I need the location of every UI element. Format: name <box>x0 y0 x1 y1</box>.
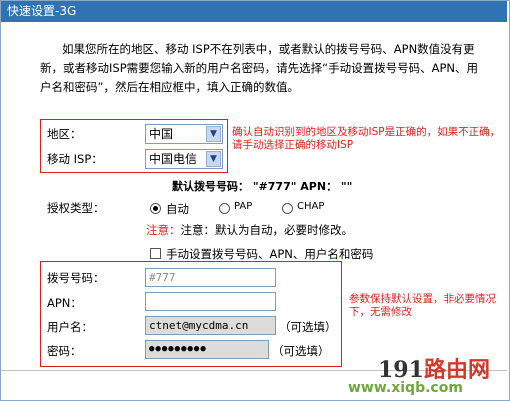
isp-select[interactable]: 中国电信 ▼ <box>145 149 223 169</box>
auth-label: 授权类型： <box>47 201 105 215</box>
username-optional: （可选填） <box>279 320 337 334</box>
chevron-down-icon[interactable]: ▼ <box>206 126 221 142</box>
isp-value: 中国电信 <box>149 152 198 166</box>
watermark-url: www.xiqb.com <box>348 380 463 396</box>
auth-radio-auto[interactable] <box>150 203 161 214</box>
region-note: 确认自动识别到的地区及移动ISP是正确的，如果不正确，请手动选择正确的移动ISP <box>232 126 501 151</box>
region-select[interactable]: 中国 ▼ <box>145 124 223 144</box>
region-label: 地区： <box>47 127 82 141</box>
isp-label: 移动 ISP： <box>47 152 103 166</box>
apn-label: APN： <box>47 296 82 310</box>
region-value: 中国 <box>149 127 174 141</box>
password-label: 密码： <box>47 344 82 358</box>
intro-paragraph: 如果您所在的地区、移动 ISP不在列表中，或者默认的拨号号码、APN数值没有更新… <box>40 42 478 94</box>
auth-option-chap: CHAP <box>297 201 325 212</box>
default-dial-info: 默认拨号号码： "#777" APN： "" <box>172 180 353 193</box>
chevron-down-icon[interactable]: ▼ <box>206 151 221 167</box>
window-title: 快速设置-3G <box>1 1 507 22</box>
params-note: 参数保持默认设置，非必要情况下，无需修改 <box>349 293 496 318</box>
auth-option-pap: PAP <box>234 201 253 212</box>
auth-radio-pap[interactable] <box>219 203 230 214</box>
auth-radio-chap[interactable] <box>282 203 293 214</box>
intro-text: 如果您所在的地区、移动 ISP不在列表中，或者默认的拨号号码、APN数值没有更新… <box>40 40 480 97</box>
dial-input[interactable]: #777 <box>145 268 276 287</box>
manual-label: 手动设置拨号号码、APN、用户名和密码 <box>166 247 374 261</box>
auth-note: 注意：注意：默认为自动，必要时修改。 <box>146 223 354 237</box>
password-input[interactable]: ●●●●●●●●● <box>145 340 269 359</box>
auth-note-text: 注意：默认为自动，必要时修改。 <box>180 223 354 237</box>
username-input[interactable]: ctnet@mycdma.cn <box>145 316 276 335</box>
password-optional: （可选填） <box>272 344 330 358</box>
username-label: 用户名： <box>47 320 93 334</box>
apn-input[interactable] <box>145 292 276 311</box>
auth-option-auto: 自动 <box>166 202 189 216</box>
manual-checkbox[interactable] <box>150 248 161 259</box>
dial-label: 拨号号码： <box>47 271 105 285</box>
